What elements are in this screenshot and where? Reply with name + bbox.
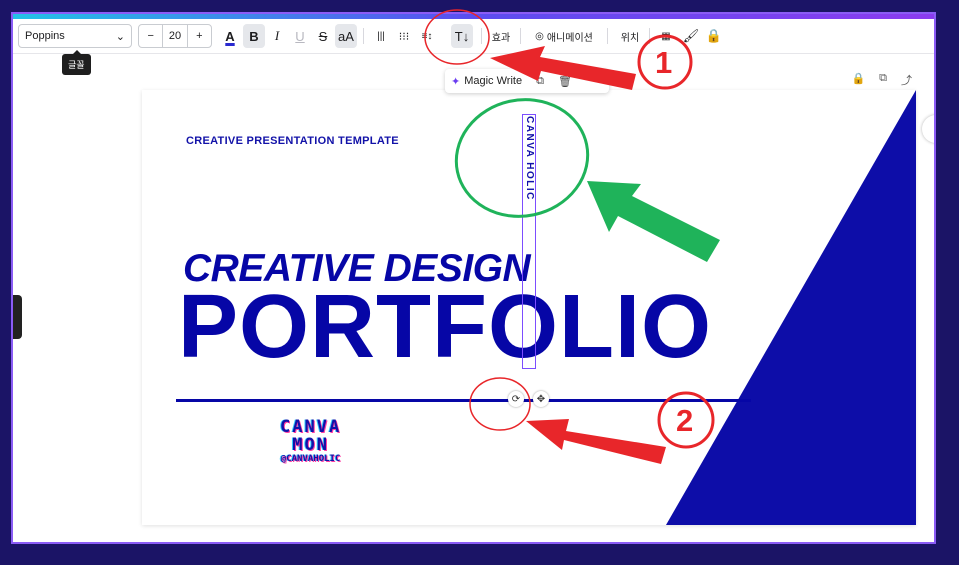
delete-icon[interactable]: 🗑 xyxy=(558,75,572,88)
underline-button[interactable]: U xyxy=(289,24,311,48)
text-color-button[interactable]: A xyxy=(219,24,241,48)
list-button[interactable]: ⁝⁝⁝ xyxy=(393,24,415,48)
effects-button[interactable]: 효과 xyxy=(487,24,515,48)
slide-canvas[interactable]: CREATIVE PRESENTATION TEMPLATE CREATIVE … xyxy=(142,90,916,525)
italic-button[interactable]: I xyxy=(266,24,288,48)
bold-button[interactable]: B xyxy=(243,24,265,48)
editor-frame: Poppins ⌄ − 20 + A B I U S aA ||| ⁝⁝⁝ ≡↕… xyxy=(11,12,936,544)
collapse-panel-handle[interactable] xyxy=(13,295,22,339)
font-size-stepper[interactable]: − 20 + xyxy=(138,24,212,48)
toolbar-divider xyxy=(607,28,608,44)
divider-line[interactable] xyxy=(176,399,751,402)
letter-case-button[interactable]: aA xyxy=(335,24,357,48)
page-actions: 🔒 ⧉ ⤴ xyxy=(851,72,912,88)
page-lock-icon[interactable]: 🔒 xyxy=(851,72,865,88)
magic-wand-icon: ✦ xyxy=(451,75,461,88)
comment-handle[interactable] xyxy=(922,115,934,143)
canva-mon-logo[interactable]: CANVA MON @CANVAHOLIC xyxy=(280,418,341,465)
animate-label: 애니메이션 xyxy=(546,32,593,44)
animate-button[interactable]: ◎ 애니메이션 xyxy=(528,24,600,48)
logo-line-2: MON xyxy=(292,435,329,455)
increase-size-button[interactable]: + xyxy=(188,30,211,42)
font-tooltip: 글꼴 xyxy=(62,50,91,75)
logo-handle: @CANVAHOLIC xyxy=(280,454,341,464)
magic-write-popup[interactable]: ✦ Magic Write ⧉ 🗑 xyxy=(445,69,609,93)
animate-icon: ◎ xyxy=(535,30,544,42)
text-toolbar: Poppins ⌄ − 20 + A B I U S aA ||| ⁝⁝⁝ ≡↕… xyxy=(13,19,934,54)
toolbar-divider xyxy=(649,28,650,44)
slide-heading-large[interactable]: PORTFOLIO xyxy=(178,282,712,372)
font-family-select[interactable]: Poppins ⌄ xyxy=(18,24,132,48)
chevron-down-icon: ⌄ xyxy=(115,30,125,43)
strikethrough-button[interactable]: S xyxy=(312,24,334,48)
logo-line-1: CANVA xyxy=(280,417,342,437)
lock-icon[interactable]: 🔒 xyxy=(703,24,725,48)
align-button[interactable]: ||| xyxy=(370,24,392,48)
position-button[interactable]: 위치 xyxy=(616,24,644,48)
toolbar-divider xyxy=(481,28,482,44)
slide-subtitle[interactable]: CREATIVE PRESENTATION TEMPLATE xyxy=(186,135,399,147)
transparency-icon[interactable]: ▦ xyxy=(655,24,677,48)
magic-write-label: Magic Write xyxy=(464,75,523,87)
spacing-button[interactable]: ≡↕ xyxy=(416,24,438,48)
add-page-icon[interactable]: ⤴ xyxy=(901,72,912,88)
move-handle-icon[interactable]: ✥ xyxy=(533,391,549,407)
vertical-text-button[interactable]: T↓ xyxy=(451,24,473,48)
vertical-textbox[interactable]: CANVA HOLIC xyxy=(524,116,535,201)
duplicate-page-icon[interactable]: ⧉ xyxy=(879,72,887,88)
duplicate-icon[interactable]: ⧉ xyxy=(536,75,544,88)
rotate-handle-icon[interactable]: ⟳ xyxy=(508,391,524,407)
decrease-size-button[interactable]: − xyxy=(139,30,162,42)
copy-style-icon[interactable]: 🖌 xyxy=(680,24,702,48)
toolbar-divider xyxy=(363,28,364,44)
toolbar-divider xyxy=(520,28,521,44)
font-family-value: Poppins xyxy=(25,30,65,42)
font-size-value[interactable]: 20 xyxy=(162,25,188,47)
